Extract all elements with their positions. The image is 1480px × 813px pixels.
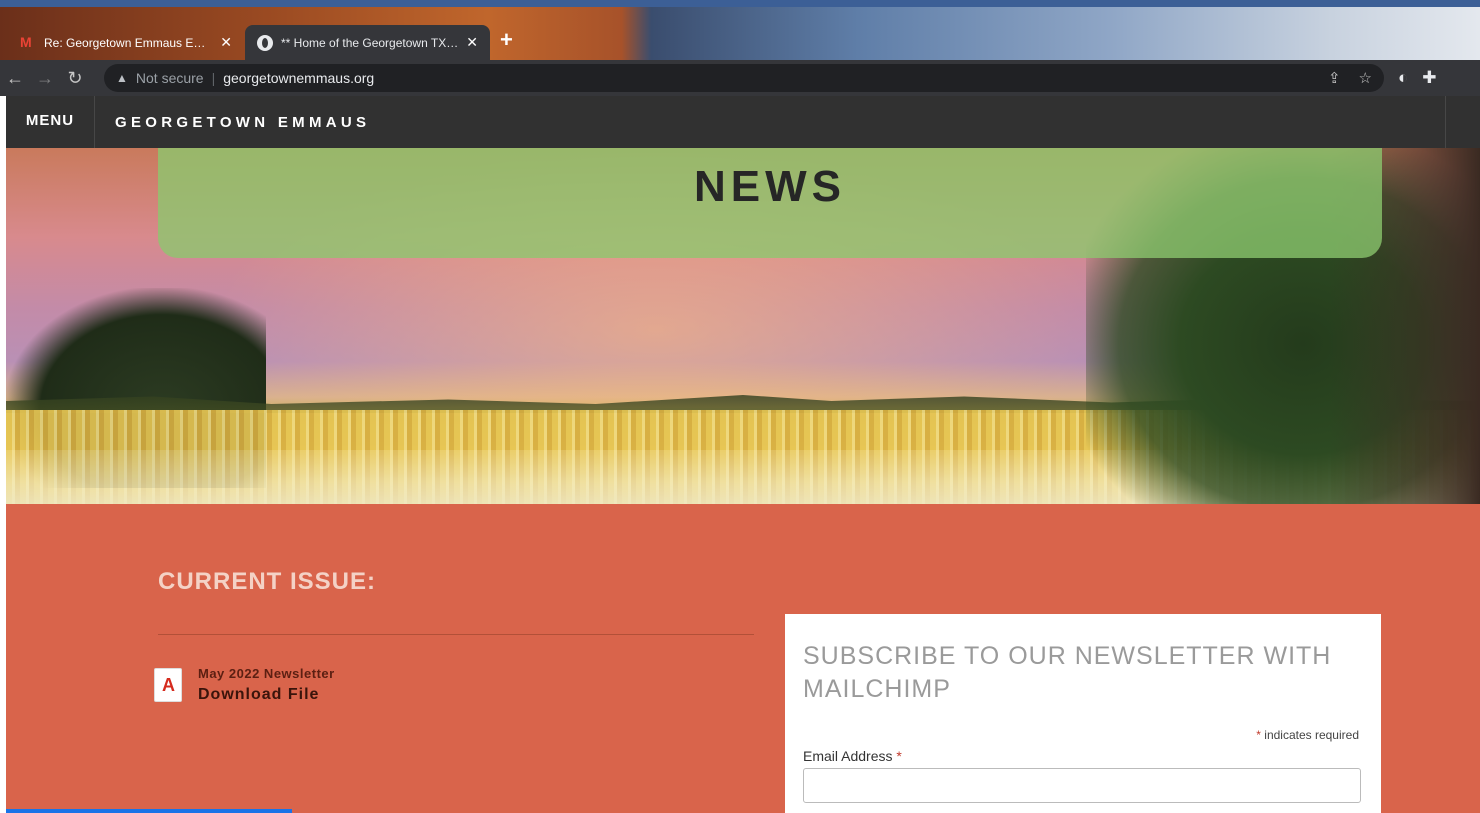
warning-icon[interactable]: ▲ [116, 71, 128, 85]
new-tab-button[interactable]: + [500, 29, 513, 51]
page-load-progress [6, 809, 292, 813]
email-label: Email Address * [803, 748, 1363, 764]
tab-title: Re: Georgetown Emmaus Email [44, 35, 213, 50]
url-text[interactable]: georgetownemmaus.org [223, 70, 374, 86]
share-icon[interactable]: ⇪ [1328, 69, 1341, 87]
menu-button[interactable]: MENU [6, 96, 95, 148]
hero-banner-image: NEWS [6, 148, 1480, 504]
globe-icon [257, 34, 273, 51]
bookmark-star-icon[interactable]: ☆ [1359, 69, 1372, 87]
email-input[interactable] [803, 768, 1361, 803]
reload-icon[interactable]: ↻ [60, 68, 90, 89]
tab-georgetown-home[interactable]: ** Home of the Georgetown TX Emmaus ✕ [245, 25, 490, 60]
main-content: CURRENT ISSUE: May 2022 Newsletter Downl… [6, 504, 1480, 813]
tab-gmail[interactable]: Re: Georgetown Emmaus Email ✕ [8, 25, 244, 60]
puzzle-extensions-icon[interactable]: ✚ [1422, 68, 1436, 88]
address-bar[interactable]: ▲ Not secure | georgetownemmaus.org ⇪ ☆ [104, 64, 1384, 92]
browser-toolbar: ← → ↻ ▲ Not secure | georgetownemmaus.or… [0, 60, 1480, 96]
page-title-banner: NEWS [158, 148, 1382, 258]
current-issue-heading: CURRENT ISSUE: [158, 568, 377, 595]
page-title: NEWS [694, 162, 846, 211]
required-note-text: indicates required [1260, 728, 1359, 742]
gmail-icon [20, 34, 36, 50]
security-status[interactable]: Not secure [136, 70, 204, 86]
extension-icon[interactable]: ◐ [1398, 68, 1408, 88]
close-icon[interactable]: ✕ [466, 34, 478, 51]
section-divider [158, 634, 754, 635]
forward-arrow-icon[interactable]: → [30, 68, 60, 89]
pdf-icon[interactable] [154, 668, 182, 702]
file-name: May 2022 Newsletter [198, 666, 335, 681]
download-file-link[interactable]: Download File [198, 686, 335, 704]
subscribe-heading: SUBSCRIBE TO OUR NEWSLETTER WITH MAILCHI… [803, 642, 1332, 703]
subscribe-form: SUBSCRIBE TO OUR NEWSLETTER WITH MAILCHI… [785, 614, 1381, 813]
email-label-text: Email Address [803, 748, 897, 764]
omnibox-separator: | [211, 70, 216, 86]
newsletter-file: May 2022 Newsletter Download File [154, 666, 335, 704]
close-icon[interactable]: ✕ [220, 34, 232, 51]
tab-title: ** Home of the Georgetown TX Emmaus [281, 35, 458, 50]
required-note: * indicates required [803, 728, 1359, 742]
email-required-star: * [896, 748, 902, 764]
nav-divider [1445, 96, 1446, 148]
site-header: MENU GEORGETOWN EMMAUS [6, 96, 1480, 148]
browser-tab-bar: Re: Georgetown Emmaus Email ✕ ** Home of… [0, 0, 1480, 60]
back-arrow-icon[interactable]: ← [0, 68, 30, 89]
site-brand[interactable]: GEORGETOWN EMMAUS [115, 114, 370, 131]
